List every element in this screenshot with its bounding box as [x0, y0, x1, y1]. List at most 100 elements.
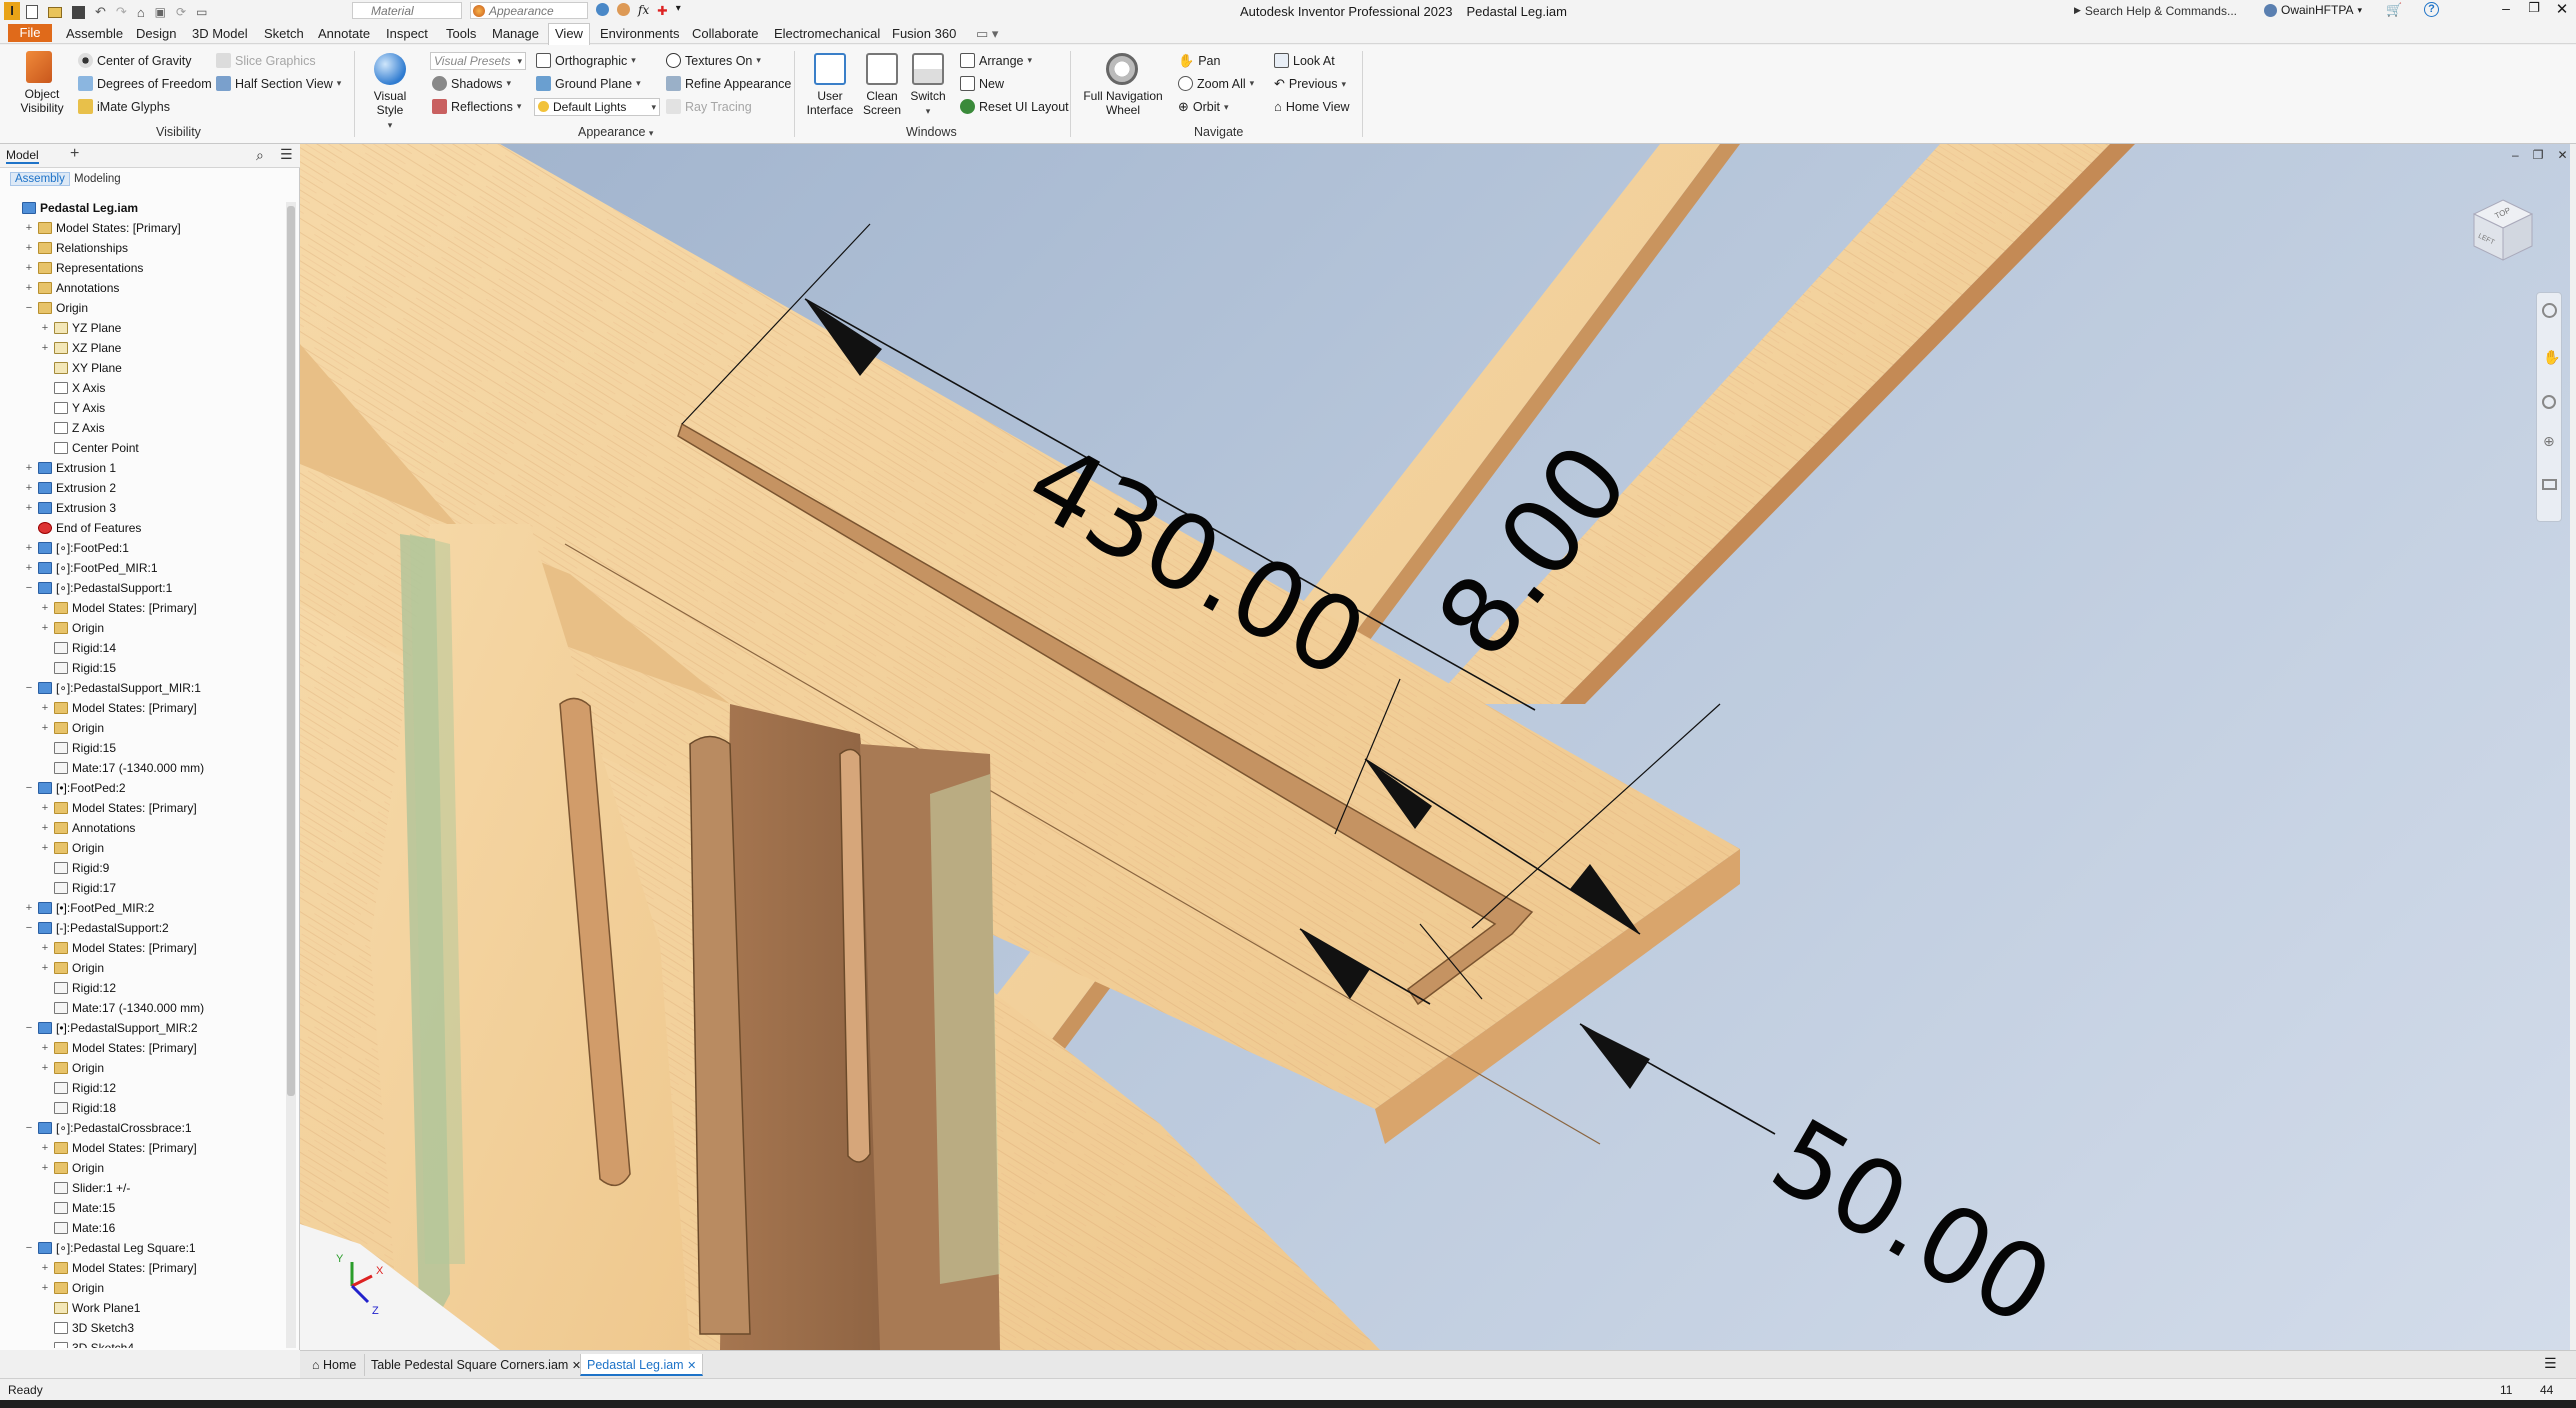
tree-row[interactable]: Rigid:15	[40, 738, 116, 758]
open-folder-icon[interactable]	[48, 6, 62, 18]
mode-modeling[interactable]: Modeling	[74, 173, 121, 185]
look-at-icon[interactable]	[2542, 479, 2557, 490]
shadows-button[interactable]: Shadows ▾	[432, 76, 511, 91]
tree-row[interactable]: − [•]:PedastalSupport_MIR:2	[24, 1018, 198, 1038]
expand-icon[interactable]: +	[24, 563, 34, 574]
ground-plane-button[interactable]: Ground Plane ▾	[536, 76, 641, 91]
tree-row[interactable]: Pedastal Leg.iam	[8, 198, 138, 218]
collapse-icon[interactable]: −	[24, 583, 34, 594]
tree-row[interactable]: Rigid:9	[40, 858, 109, 878]
tree-row[interactable]: + Origin	[40, 958, 104, 978]
tree-row[interactable]: + Origin	[40, 1278, 104, 1298]
expand-icon[interactable]: +	[40, 603, 50, 614]
tree-row[interactable]: + XZ Plane	[40, 338, 122, 358]
user-interface-button[interactable]: User Interface	[804, 89, 856, 117]
tree-row[interactable]: + Model States: [Primary]	[40, 1258, 197, 1278]
zoom-icon[interactable]	[2542, 395, 2556, 409]
tree-row[interactable]: + [•]:FootPed_MIR:2	[24, 898, 154, 918]
tree-row[interactable]: Slider:1 +/-	[40, 1178, 130, 1198]
redo-icon[interactable]: ↷	[116, 4, 127, 20]
tree-row[interactable]: Center Point	[40, 438, 139, 458]
tab-inspect[interactable]: Inspect	[386, 26, 428, 41]
return-icon[interactable]: ▣	[155, 5, 166, 19]
viewcube-graphic[interactable]: TOP LEFT	[2468, 196, 2538, 266]
viewport-restore-icon[interactable]: ❐	[2533, 148, 2544, 162]
degrees-of-freedom-button[interactable]: Degrees of Freedom	[78, 76, 212, 91]
collapse-icon[interactable]: −	[24, 1023, 34, 1034]
model-scene[interactable]: 430.00 8.00 50.00 Y X Z	[300, 144, 2570, 1350]
customize-icon[interactable]: ▾	[676, 3, 681, 18]
steering-wheel-icon[interactable]	[2542, 303, 2557, 318]
tree-row[interactable]: Mate:17 (-1340.000 mm)	[40, 998, 204, 1018]
orthographic-button[interactable]: Orthographic ▾	[536, 53, 636, 68]
tab-home[interactable]: ⌂ Home	[306, 1354, 362, 1376]
collapse-icon[interactable]: −	[24, 783, 34, 794]
add-browser-tab-button[interactable]: +	[70, 145, 79, 163]
expand-icon[interactable]: +	[24, 243, 34, 254]
search-input[interactable]: Search Help & Commands...	[2085, 4, 2237, 18]
restore-button[interactable]: ❐	[2522, 0, 2546, 22]
tree-row[interactable]: + Model States: [Primary]	[40, 798, 197, 818]
tree-row[interactable]: + Extrusion 3	[24, 498, 116, 518]
visual-presets-combo[interactable]: Visual Presets ▾	[430, 52, 526, 70]
expand-icon[interactable]: +	[40, 1143, 50, 1154]
new-file-icon[interactable]	[26, 5, 38, 19]
home-icon[interactable]: ⌂	[137, 5, 145, 20]
switch-button[interactable]: Switch ▾	[904, 89, 952, 118]
viewport-minimize-icon[interactable]: –	[2512, 148, 2519, 162]
orbit-button[interactable]: ⊕ Orbit ▾	[1178, 99, 1229, 115]
expand-icon[interactable]: +	[40, 1283, 50, 1294]
viewcube[interactable]: TOP LEFT	[2468, 196, 2538, 266]
tab-collaborate[interactable]: Collaborate	[692, 26, 759, 41]
clear-icon[interactable]	[617, 3, 630, 16]
orbit-icon[interactable]: ⊕	[2543, 433, 2555, 450]
help-icon[interactable]: ?	[2424, 2, 2439, 17]
tree-row[interactable]: Rigid:14	[40, 638, 116, 658]
viewport-close-icon[interactable]: ✕	[2557, 148, 2567, 162]
expand-icon[interactable]: +	[40, 703, 50, 714]
user-account[interactable]: OwainHFTPA ▾	[2264, 3, 2362, 17]
tree-row[interactable]: + Model States: [Primary]	[40, 698, 197, 718]
mode-assembly[interactable]: Assembly	[10, 172, 70, 186]
pan-button[interactable]: ✋ Pan	[1178, 53, 1220, 69]
tab-electromechanical[interactable]: Electromechanical	[774, 26, 880, 41]
tree-row[interactable]: Y Axis	[40, 398, 105, 418]
expand-icon[interactable]: +	[40, 823, 50, 834]
tree-row[interactable]: + Model States: [Primary]	[40, 1038, 197, 1058]
half-section-view-button[interactable]: Half Section View ▾	[216, 76, 341, 91]
tree-row[interactable]: Rigid:18	[40, 1098, 116, 1118]
tree-row[interactable]: Rigid:12	[40, 978, 116, 998]
tab-sketch[interactable]: Sketch	[264, 26, 304, 41]
tree-row[interactable]: − Origin	[24, 298, 88, 318]
tree-row[interactable]: − [∘]:PedastalSupport_MIR:1	[24, 678, 201, 698]
graphics-viewport[interactable]: 430.00 8.00 50.00 Y X Z TOP LEFT ✋ ⊕ – ❐…	[300, 144, 2570, 1350]
expand-icon[interactable]: +	[24, 283, 34, 294]
previous-view-button[interactable]: ↶ Previous ▾	[1274, 76, 1346, 92]
tab-model[interactable]: Model	[6, 148, 39, 164]
default-lights-combo[interactable]: Default Lights ▾	[534, 98, 660, 116]
tree-row[interactable]: + Origin	[40, 1158, 104, 1178]
reset-ui-layout-button[interactable]: Reset UI Layout	[960, 99, 1069, 114]
expand-icon[interactable]: +	[40, 1063, 50, 1074]
tree-row[interactable]: + Annotations	[40, 818, 136, 838]
collapse-icon[interactable]: −	[24, 303, 34, 314]
zoom-all-button[interactable]: Zoom All ▾	[1178, 76, 1254, 91]
select-icon[interactable]: ▭	[196, 5, 207, 19]
dimension-50-text[interactable]: 50.00	[1753, 1095, 2072, 1350]
clean-screen-button[interactable]: Clean Screen	[858, 89, 906, 117]
tab-pedastal-leg[interactable]: Pedastal Leg.iam ✕	[580, 1354, 704, 1376]
appearance-group-label[interactable]: Appearance ▾	[578, 125, 653, 139]
visual-style-button[interactable]: Visual Style ▾	[360, 89, 420, 132]
search-icon[interactable]: ⌕	[256, 147, 264, 164]
expand-icon[interactable]: +	[24, 483, 34, 494]
tab-design[interactable]: Design	[136, 26, 176, 41]
fx-icon[interactable]: fx	[638, 3, 649, 18]
tree-row[interactable]: + Model States: [Primary]	[40, 938, 197, 958]
expand-icon[interactable]: +	[40, 943, 50, 954]
reflections-button[interactable]: Reflections ▾	[432, 99, 521, 114]
collapse-icon[interactable]: −	[24, 1243, 34, 1254]
expand-icon[interactable]: +	[40, 843, 50, 854]
textures-on-button[interactable]: Textures On ▾	[666, 53, 761, 68]
expand-icon[interactable]: +	[40, 323, 50, 334]
tree-row[interactable]: − [∘]:PedastalSupport:1	[24, 578, 172, 598]
